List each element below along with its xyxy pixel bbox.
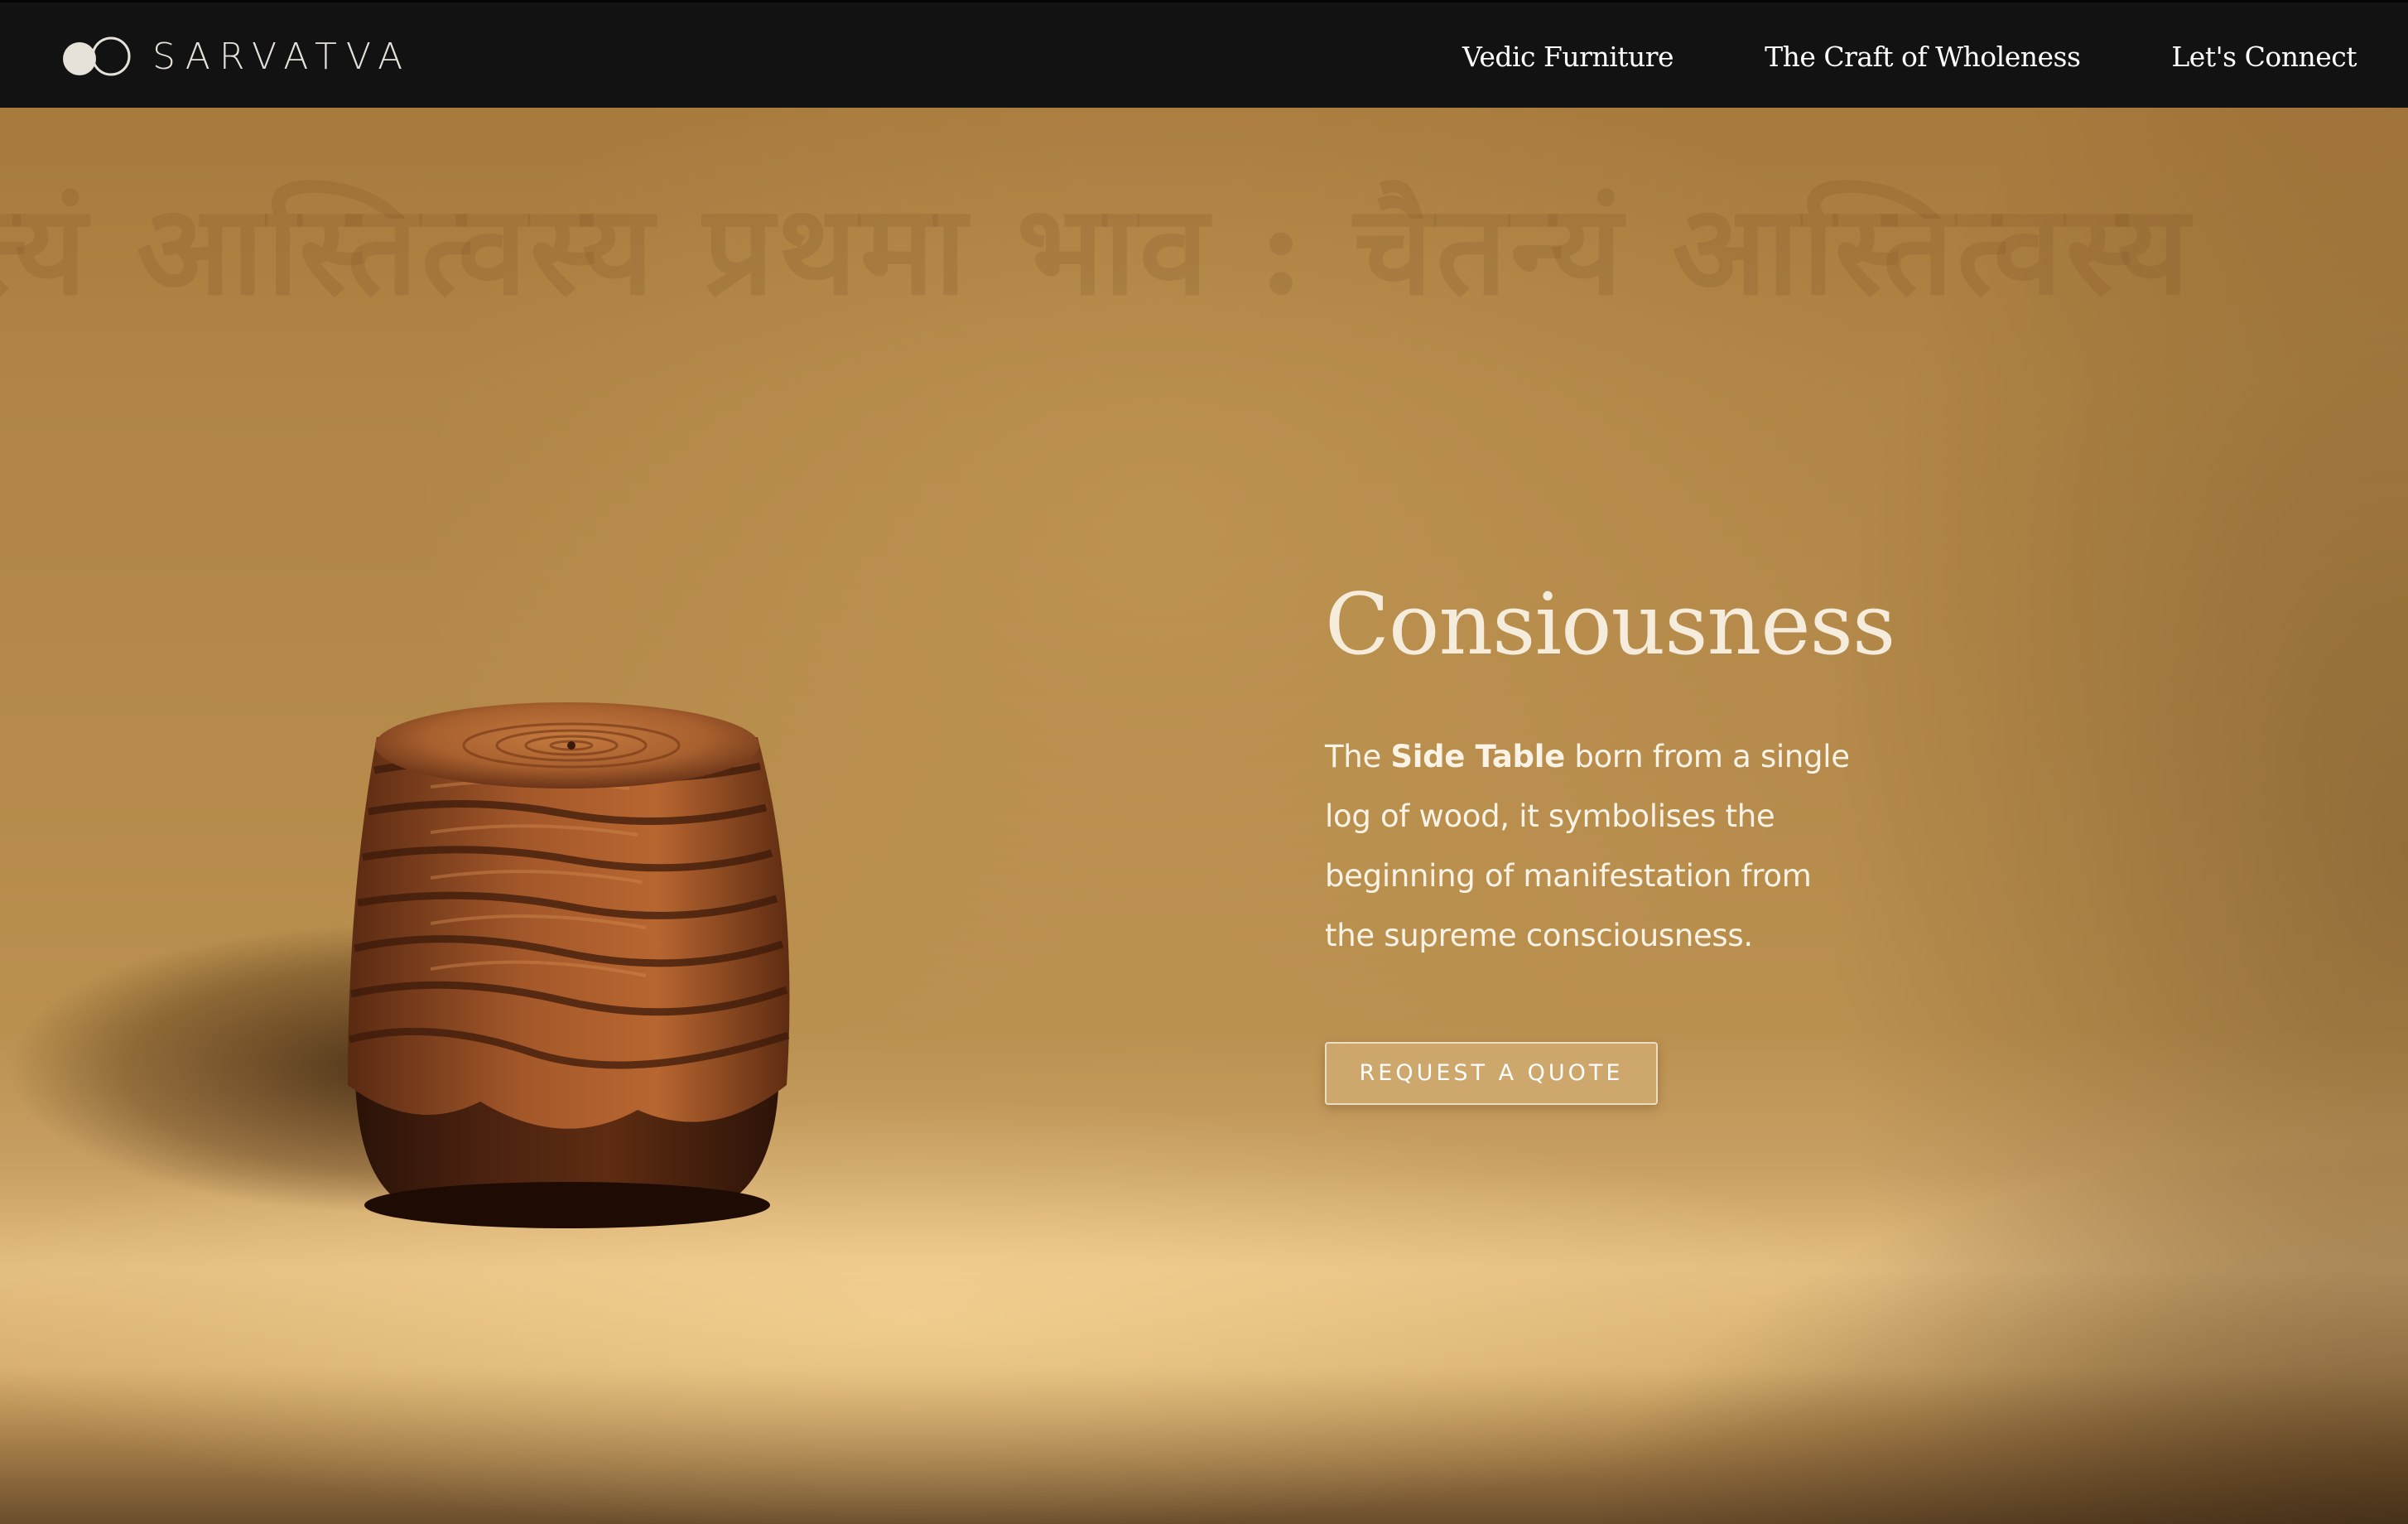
hero-description: The Side Table born from a single log of… <box>1325 727 1855 966</box>
page: SARVATVA Vedic Furniture The Craft of Wh… <box>0 0 2408 1524</box>
hero-section: त्यं आस्तित्वस्य प्रथमा भाव : चैतन्यं आस… <box>0 108 2408 1524</box>
description-prefix: The <box>1325 739 1391 774</box>
hero-content: Consiousness The Side Table born from a … <box>1325 572 1954 1105</box>
top-navbar: SARVATVA Vedic Furniture The Craft of Wh… <box>0 0 2408 108</box>
nav-link-craft-of-wholeness[interactable]: The Craft of Wholeness <box>1765 41 2081 73</box>
hero-title: Consiousness <box>1325 576 1895 674</box>
two-circles-logo-icon <box>63 36 131 76</box>
description-highlight: Side Table <box>1390 739 1565 774</box>
wooden-side-table-image <box>8 702 790 1228</box>
request-quote-button[interactable]: REQUEST A QUOTE <box>1325 1042 1658 1105</box>
brand-name: SARVATVA <box>152 36 412 78</box>
main-nav: Vedic Furniture The Craft of Wholeness L… <box>1371 2 2357 110</box>
brand-logo[interactable]: SARVATVA <box>60 34 412 80</box>
nav-link-lets-connect[interactable]: Let's Connect <box>2171 41 2357 73</box>
nav-link-vedic-furniture[interactable]: Vedic Furniture <box>1462 41 1674 73</box>
